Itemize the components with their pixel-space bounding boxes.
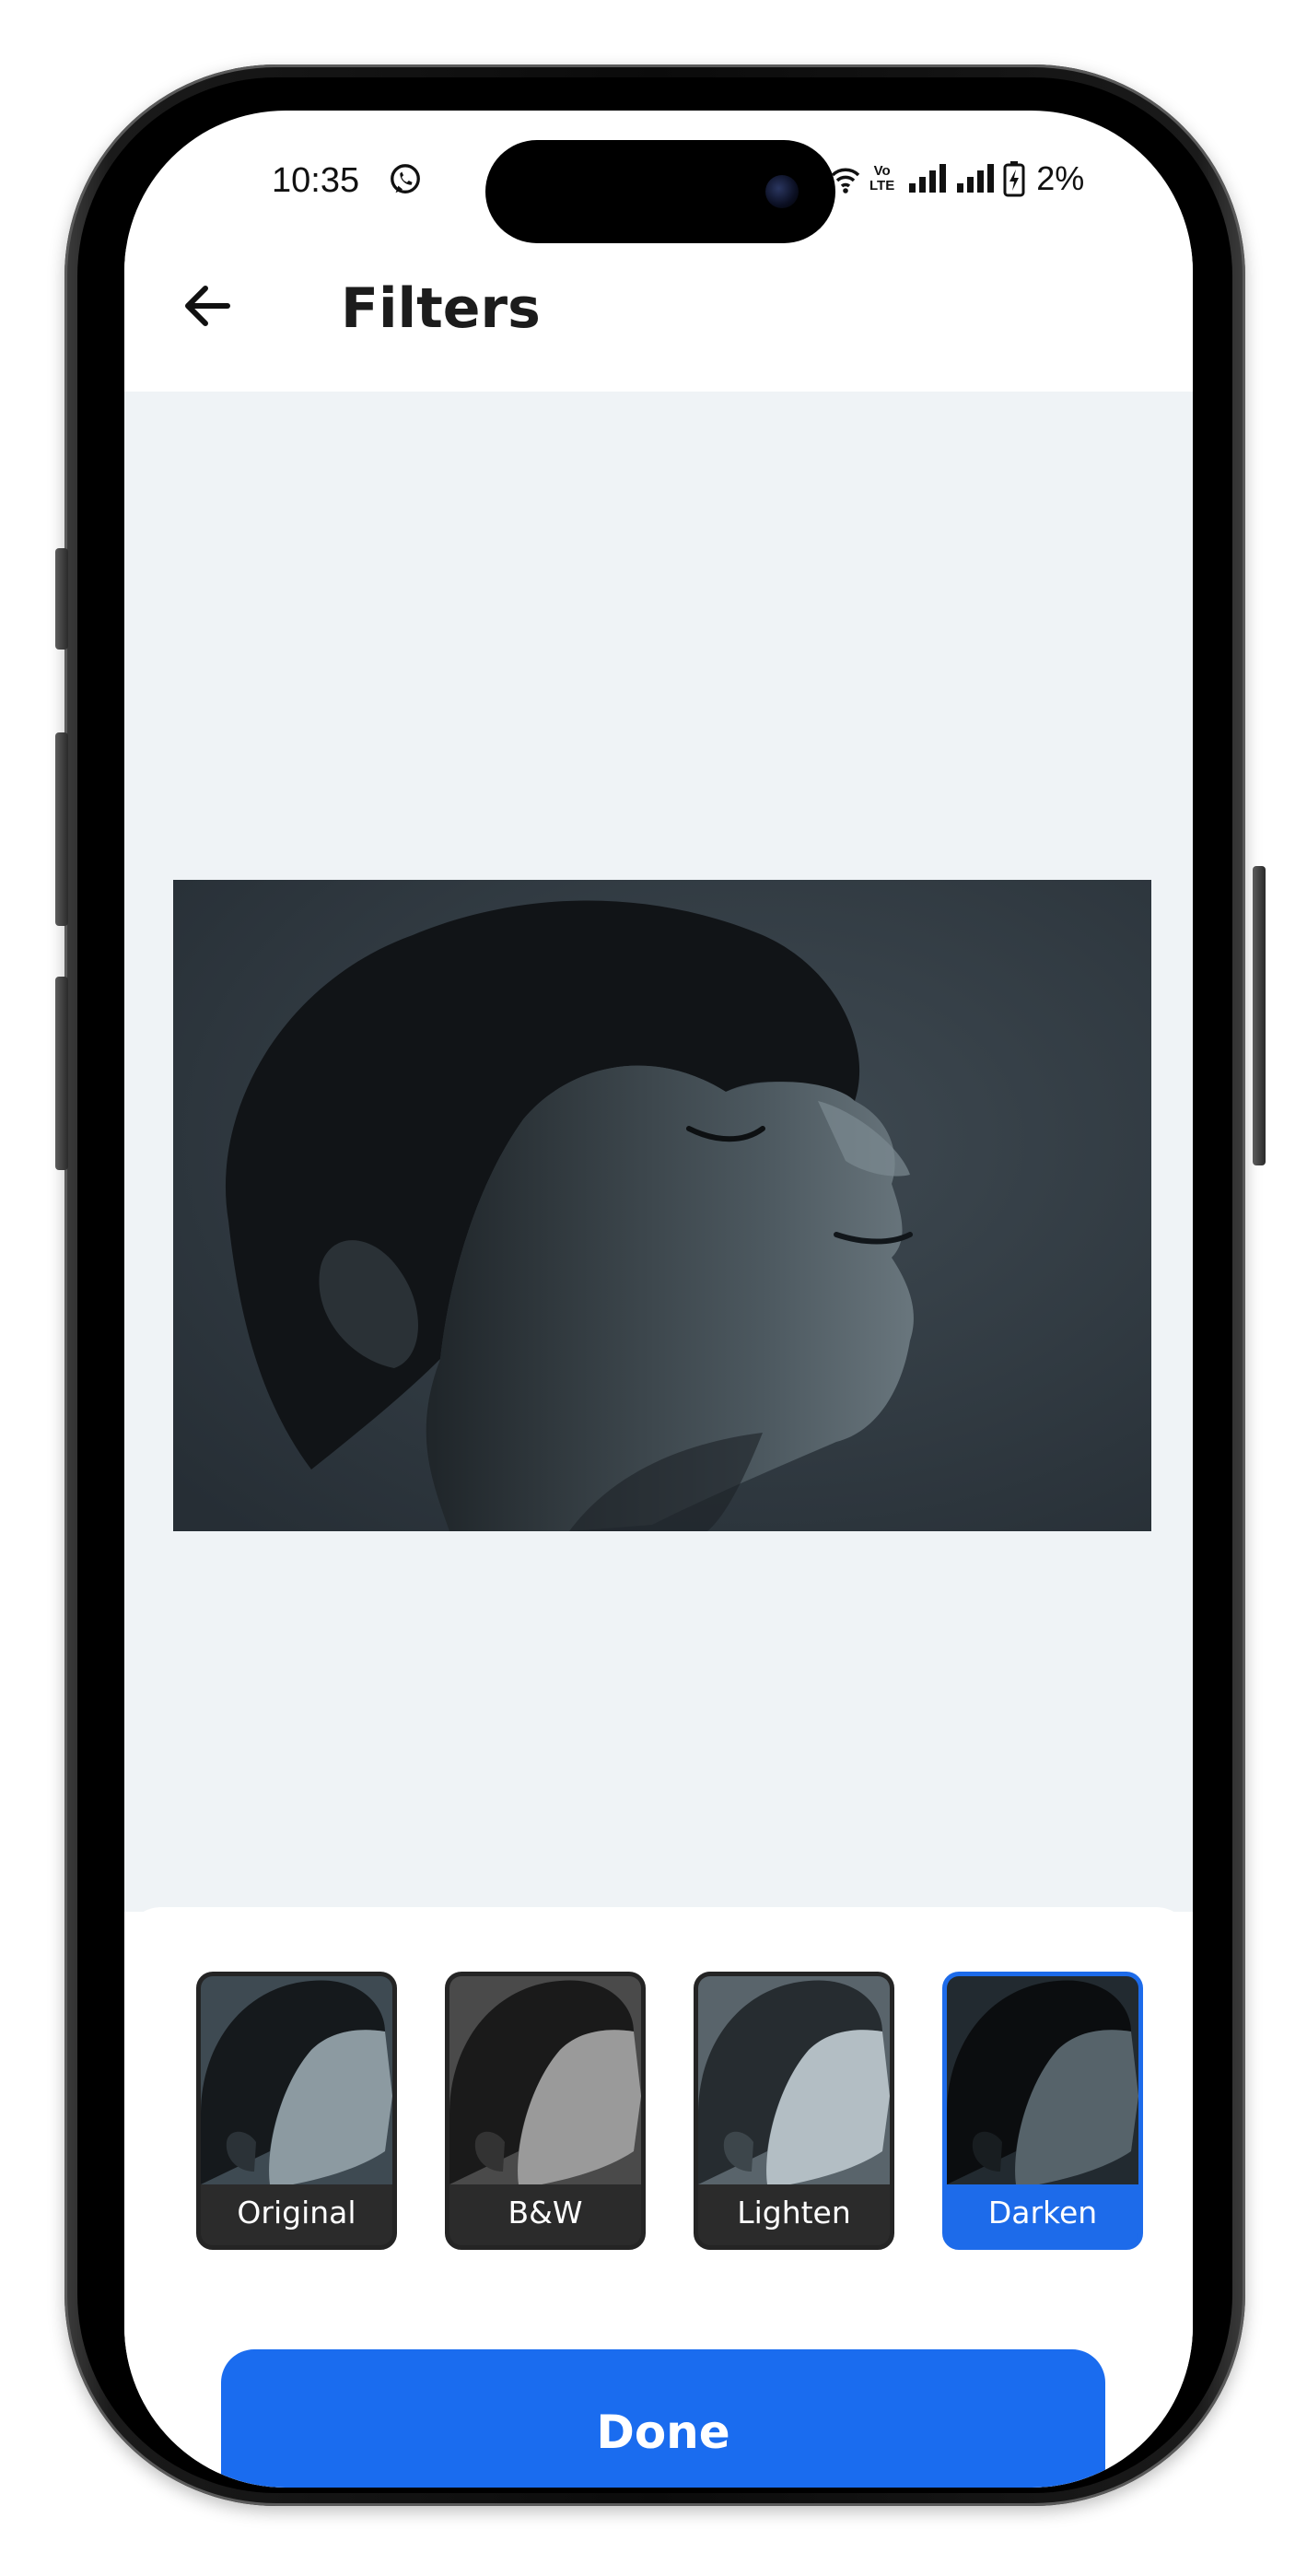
filter-label: B&W xyxy=(449,2184,641,2245)
signal-icon xyxy=(957,164,995,193)
phone-volume-up-button xyxy=(55,732,68,926)
preview-photo xyxy=(173,880,1151,1531)
screenshot-stage: 10:35 Vo LTE 2% Filters Original B&W Lig… xyxy=(0,0,1307,2576)
status-indicators: Vo LTE 2% xyxy=(829,159,1085,197)
filter-option-bw[interactable]: B&W xyxy=(445,1972,646,2250)
status-bar: 10:35 Vo LTE 2% xyxy=(124,111,1193,249)
front-camera xyxy=(765,175,799,208)
battery-charging-icon xyxy=(1003,161,1025,197)
filter-option-lighten[interactable]: Lighten xyxy=(694,1972,894,2250)
app-bar: Filters xyxy=(124,249,1193,369)
filter-label: Lighten xyxy=(698,2184,890,2245)
filter-option-darken[interactable]: Darken xyxy=(942,1972,1143,2250)
battery-percentage: 2% xyxy=(1036,159,1085,197)
filter-label: Darken xyxy=(947,2184,1138,2245)
filter-label: Original xyxy=(201,2184,392,2245)
back-button[interactable] xyxy=(170,269,244,343)
done-button[interactable]: Done xyxy=(221,2349,1105,2488)
filter-thumbnail xyxy=(201,1976,392,2184)
signal-icon xyxy=(909,164,947,193)
preview-area xyxy=(124,392,1193,1912)
phone-screen: 10:35 Vo LTE 2% Filters Original B&W Lig… xyxy=(124,111,1193,2488)
filter-thumbnail xyxy=(947,1976,1138,2184)
phone-power-button xyxy=(1253,866,1266,1165)
volte-indicator: Vo LTE xyxy=(869,164,894,193)
dynamic-island xyxy=(485,140,835,243)
phone-action-button xyxy=(55,548,68,650)
volte-label-top: Vo xyxy=(873,163,891,179)
volte-label-bottom: LTE xyxy=(869,178,895,193)
arrow-left-icon xyxy=(185,286,230,326)
filter-bottom-sheet: Original B&W Lighten Darken Done xyxy=(124,1907,1193,2488)
whatsapp-icon xyxy=(391,164,420,193)
page-title: Filters xyxy=(341,276,541,341)
filter-option-original[interactable]: Original xyxy=(196,1972,397,2250)
filter-thumbnail xyxy=(698,1976,890,2184)
wifi-icon xyxy=(831,168,860,193)
phone-volume-down-button xyxy=(55,977,68,1170)
status-time: 10:35 xyxy=(272,161,360,200)
filter-thumbnail xyxy=(449,1976,641,2184)
filter-list: Original B&W Lighten Darken xyxy=(196,1972,1143,2250)
